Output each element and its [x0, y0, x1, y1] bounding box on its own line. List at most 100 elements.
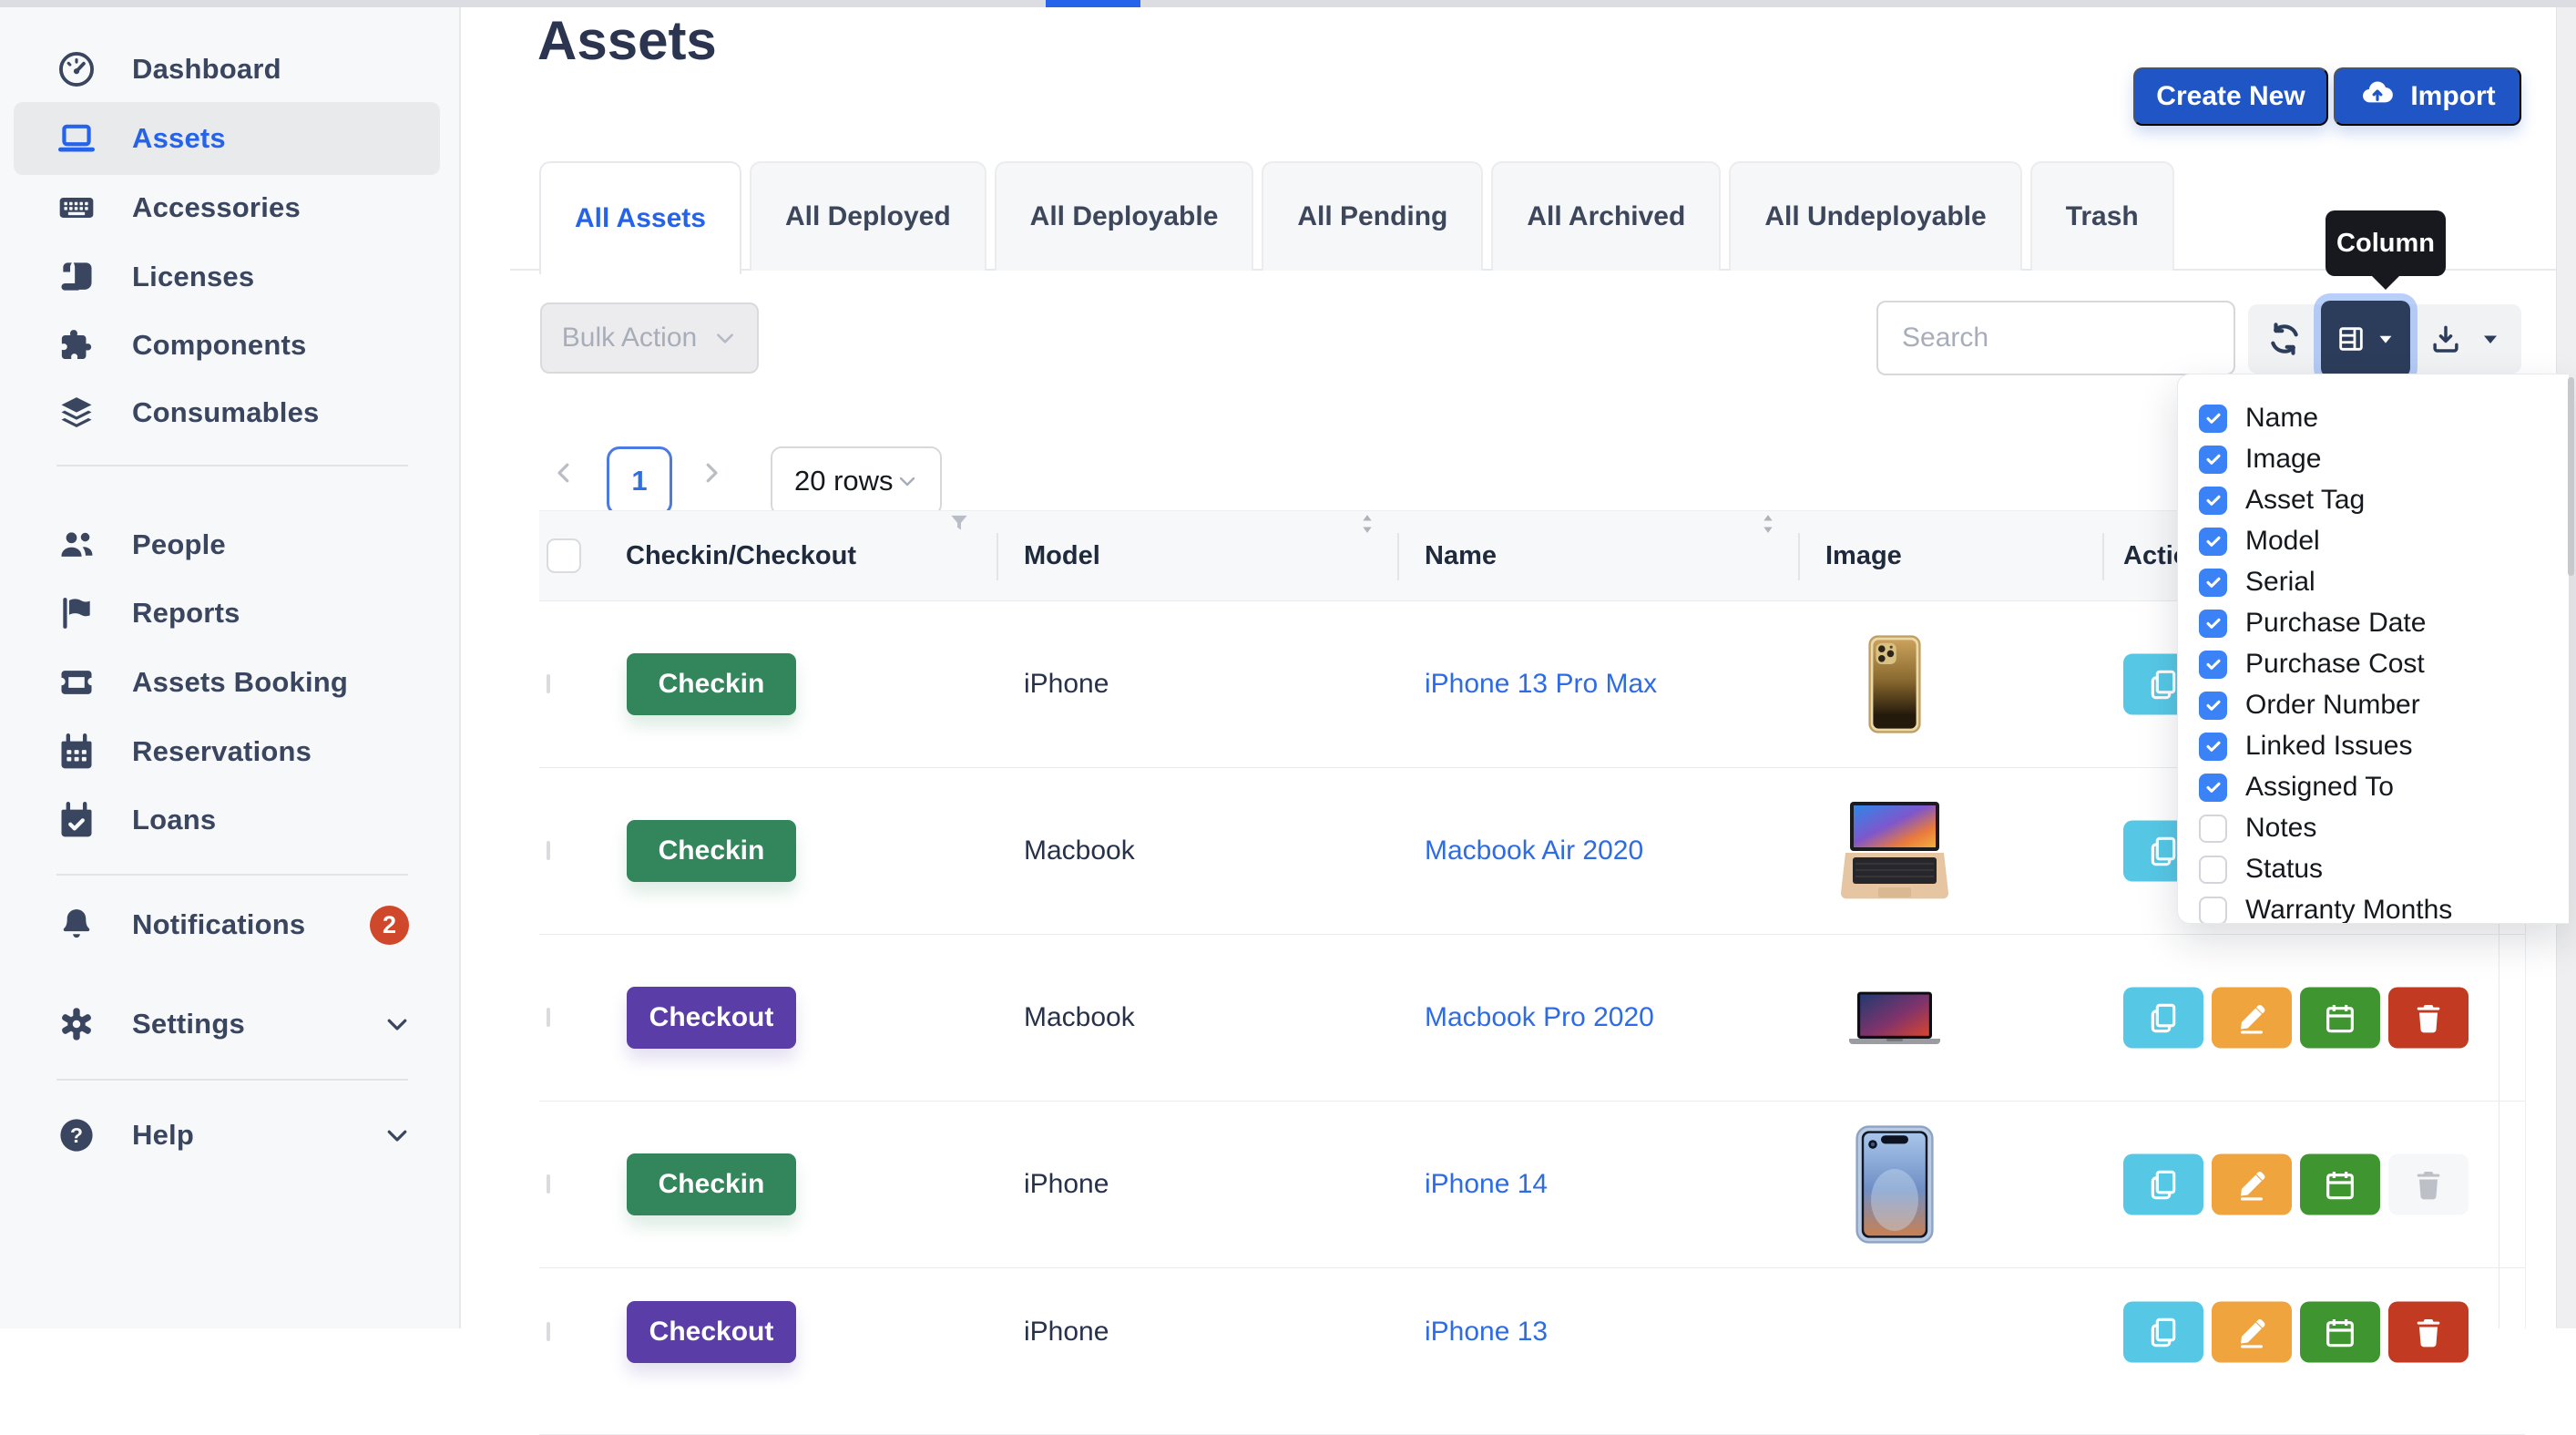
- refresh-button[interactable]: [2266, 321, 2303, 357]
- tab-all-deployed[interactable]: All Deployed: [750, 161, 986, 271]
- row-checkbox[interactable]: [547, 1322, 550, 1341]
- checkin-button[interactable]: Checkin: [627, 653, 796, 715]
- sort-icon[interactable]: [1755, 511, 1781, 537]
- tab-all-pending[interactable]: All Pending: [1262, 161, 1483, 271]
- sidebar-item-settings[interactable]: Settings: [14, 988, 440, 1061]
- checkbox-unchecked-icon[interactable]: [2199, 815, 2227, 843]
- asset-name-link[interactable]: Macbook Air 2020: [1425, 835, 1643, 866]
- sidebar-item-assets-booking[interactable]: Assets Booking: [14, 646, 440, 719]
- sidebar-item-reservations[interactable]: Reservations: [14, 715, 440, 788]
- delete-button[interactable]: [2388, 1302, 2469, 1363]
- pagination-page-1[interactable]: 1: [607, 446, 672, 516]
- tab-all-assets[interactable]: All Assets: [539, 161, 741, 274]
- row-checkbox[interactable]: [547, 1008, 550, 1027]
- column-header-name[interactable]: Name: [1425, 511, 1497, 600]
- column-option-asset-tag[interactable]: Asset Tag: [2199, 480, 2569, 520]
- create-new-button[interactable]: Create New: [2133, 67, 2328, 126]
- sidebar-item-label: Reservations: [132, 735, 312, 768]
- row-checkbox[interactable]: [547, 674, 550, 693]
- checkbox-checked-icon[interactable]: [2199, 528, 2227, 556]
- tab-all-deployable[interactable]: All Deployable: [995, 161, 1254, 271]
- calendar-button[interactable]: [2300, 1302, 2380, 1363]
- row-checkbox[interactable]: [547, 841, 550, 860]
- checkout-button[interactable]: Checkout: [627, 987, 796, 1049]
- column-option-status[interactable]: Status: [2199, 849, 2569, 889]
- clone-button[interactable]: [2123, 1154, 2203, 1215]
- column-option-assigned-to[interactable]: Assigned To: [2199, 767, 2569, 807]
- asset-name-link[interactable]: Macbook Pro 2020: [1425, 1002, 1654, 1033]
- clone-button[interactable]: [2123, 988, 2203, 1049]
- tab-all-archived[interactable]: All Archived: [1491, 161, 1721, 271]
- delete-button[interactable]: [2388, 988, 2469, 1049]
- sidebar-item-help[interactable]: ? Help: [14, 1099, 440, 1172]
- tab-label: All Deployed: [785, 201, 951, 232]
- tab-label: All Undeployable: [1764, 201, 1986, 232]
- column-option-name[interactable]: Name: [2199, 398, 2569, 438]
- edit-button[interactable]: [2212, 988, 2292, 1049]
- sidebar-item-label: Settings: [132, 1008, 245, 1040]
- pagination-prev-button[interactable]: [550, 459, 578, 501]
- column-option-warranty-months[interactable]: Warranty Months: [2199, 890, 2569, 924]
- checkbox-checked-icon[interactable]: [2199, 692, 2227, 720]
- column-option-order-number[interactable]: Order Number: [2199, 685, 2569, 725]
- checkbox-unchecked-icon[interactable]: [2199, 856, 2227, 884]
- checkin-button[interactable]: Checkin: [627, 820, 796, 882]
- column-header-model[interactable]: Model: [1024, 511, 1100, 600]
- checkbox-checked-icon[interactable]: [2199, 446, 2227, 474]
- column-option-model[interactable]: Model: [2199, 521, 2569, 561]
- sidebar-item-accessories[interactable]: Accessories: [14, 171, 440, 244]
- sort-icon[interactable]: [1354, 511, 1380, 537]
- edit-button[interactable]: [2212, 1302, 2292, 1363]
- sidebar-divider: [56, 874, 408, 876]
- checkbox-unchecked-icon[interactable]: [2199, 897, 2227, 925]
- row-checkbox[interactable]: [547, 1174, 550, 1194]
- checkbox-checked-icon[interactable]: [2199, 569, 2227, 597]
- search-input[interactable]: [1876, 301, 2235, 375]
- bulk-action-dropdown[interactable]: Bulk Action: [540, 302, 759, 374]
- sidebar-item-licenses[interactable]: Licenses: [14, 241, 440, 313]
- sidebar-item-people[interactable]: People: [14, 508, 440, 581]
- pagination-next-button[interactable]: [698, 459, 725, 501]
- sidebar-item-reports[interactable]: Reports: [14, 577, 440, 650]
- calendar-button[interactable]: [2300, 988, 2380, 1049]
- column-option-linked-issues[interactable]: Linked Issues: [2199, 726, 2569, 766]
- filter-icon[interactable]: [947, 511, 971, 535]
- clone-button[interactable]: [2123, 1302, 2203, 1363]
- checkbox-checked-icon[interactable]: [2199, 610, 2227, 638]
- sidebar-item-components[interactable]: Components: [14, 309, 440, 382]
- calendar-button[interactable]: [2300, 1154, 2380, 1215]
- page-title: Assets: [537, 9, 717, 72]
- tab-trash[interactable]: Trash: [2030, 161, 2174, 271]
- import-button[interactable]: Import: [2334, 67, 2521, 126]
- column-option-purchase-cost[interactable]: Purchase Cost: [2199, 644, 2569, 684]
- export-button[interactable]: [2428, 322, 2501, 356]
- sidebar-item-dashboard[interactable]: Dashboard: [14, 33, 440, 106]
- column-option-image[interactable]: Image: [2199, 439, 2569, 479]
- checkbox-checked-icon[interactable]: [2199, 405, 2227, 433]
- column-option-notes[interactable]: Notes: [2199, 808, 2569, 848]
- sidebar-item-label: Assets: [132, 122, 226, 155]
- asset-name-link[interactable]: iPhone 13 Pro Max: [1425, 669, 1657, 700]
- select-all-checkbox[interactable]: [547, 538, 581, 573]
- sidebar-item-assets[interactable]: Assets: [14, 102, 440, 175]
- tab-all-undeployable[interactable]: All Undeployable: [1729, 161, 2021, 271]
- edit-button[interactable]: [2212, 1154, 2292, 1215]
- sidebar-item-loans[interactable]: Loans: [14, 784, 440, 856]
- checkin-button[interactable]: Checkin: [627, 1153, 796, 1215]
- dropdown-scrollbar-thumb[interactable]: [2568, 377, 2574, 576]
- checkbox-checked-icon[interactable]: [2199, 733, 2227, 761]
- column-header-image[interactable]: Image: [1825, 511, 1902, 600]
- sidebar-item-consumables[interactable]: Consumables: [14, 376, 440, 449]
- checkbox-checked-icon[interactable]: [2199, 774, 2227, 802]
- column-picker-button[interactable]: [2321, 301, 2410, 377]
- column-option-serial[interactable]: Serial: [2199, 562, 2569, 602]
- column-header-checkin-checkout[interactable]: Checkin/Checkout: [626, 511, 856, 600]
- rows-per-page-select[interactable]: 20 rows: [771, 446, 942, 516]
- checkbox-checked-icon[interactable]: [2199, 487, 2227, 515]
- checkout-button[interactable]: Checkout: [627, 1301, 796, 1363]
- asset-name-link[interactable]: iPhone 14: [1425, 1169, 1548, 1200]
- asset-name-link[interactable]: iPhone 13: [1425, 1317, 1548, 1348]
- table-row: Checkin iPhone iPhone 14: [539, 1102, 2525, 1268]
- checkbox-checked-icon[interactable]: [2199, 651, 2227, 679]
- column-option-purchase-date[interactable]: Purchase Date: [2199, 603, 2569, 643]
